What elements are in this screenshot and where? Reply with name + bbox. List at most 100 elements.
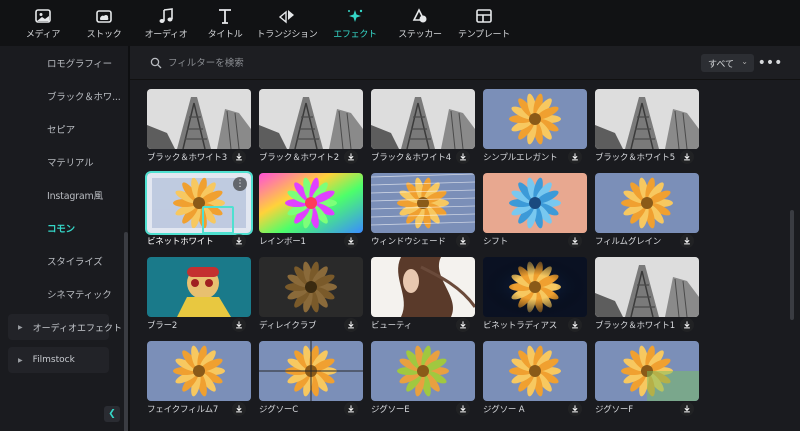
effect-thumbnail	[259, 89, 363, 149]
search-input[interactable]	[168, 55, 468, 71]
effect-card[interactable]: ブラック＆ホワイト2	[259, 89, 363, 169]
effect-card[interactable]: ジグソーF	[595, 341, 699, 421]
effect-card[interactable]: シフト	[483, 173, 587, 253]
effect-thumbnail	[595, 341, 699, 401]
stock-cloud-icon	[96, 10, 112, 23]
effect-thumbnail	[259, 341, 363, 401]
template-icon	[476, 9, 492, 23]
effects-panel: メディア ストック オーディオ タイトル トランジション エフェクト ステッカー	[0, 0, 800, 431]
effect-thumbnail	[595, 173, 699, 233]
effect-card-label: ビューティ	[371, 321, 412, 331]
effect-card[interactable]: ウィンドウシェード	[371, 173, 475, 253]
sidebar-group-filmstock[interactable]: ▶ Filmstock	[8, 347, 109, 373]
effect-thumbnail	[259, 173, 363, 233]
sidebar-item-stylize[interactable]: スタイライズ	[0, 248, 120, 274]
effect-card[interactable]: ビューティ	[371, 257, 475, 337]
chevron-down-icon: ⌄	[741, 57, 748, 66]
effect-card[interactable]: レインボー1	[259, 173, 363, 253]
tab-sticker-label: ステッカー	[398, 30, 442, 40]
transition-arrows-icon	[278, 10, 294, 24]
sidebar-group-audio-effect[interactable]: ▶ オーディオエフェクト	[8, 314, 122, 340]
effect-card-label: レインボー1	[259, 237, 306, 247]
effect-thumbnail	[147, 341, 251, 401]
effect-card-label: ジグソーE	[371, 405, 410, 415]
media-icon	[35, 9, 51, 23]
tab-sticker[interactable]: ステッカー	[390, 0, 450, 46]
tab-audio[interactable]: オーディオ	[136, 0, 196, 46]
grid-scrollbar[interactable]	[790, 210, 794, 320]
tab-transition-label: トランジション	[256, 30, 318, 40]
expand-triangle-icon: ▶	[18, 323, 23, 331]
effect-thumbnail	[371, 257, 475, 317]
effect-card[interactable]: ジグソー A	[483, 341, 587, 421]
sidebar-item-instagram[interactable]: Instagram風	[0, 182, 120, 208]
tab-effect-label: エフェクト	[333, 30, 377, 40]
effect-card-label: フェイクフィルム7	[147, 405, 219, 415]
effect-thumbnail	[259, 257, 363, 317]
effect-apply-indicator	[202, 206, 234, 234]
tab-audio-label: オーディオ	[144, 30, 188, 40]
more-options-button[interactable]: •••	[758, 54, 783, 72]
sidebar-item-cinematic[interactable]: シネマティック	[0, 281, 120, 307]
title-t-icon	[219, 9, 231, 24]
effect-thumbnail	[483, 341, 587, 401]
effect-card[interactable]: ビネットラディアス	[483, 257, 587, 337]
chevron-left-icon: ❮	[108, 409, 116, 419]
effect-thumbnail	[595, 257, 699, 317]
effect-card-label: ジグソーC	[259, 405, 298, 415]
effect-thumbnail	[147, 257, 251, 317]
tab-effect[interactable]: エフェクト	[320, 0, 390, 46]
sidebar-item-sepia[interactable]: セピア	[0, 116, 120, 142]
effect-card-label: ウィンドウシェード	[371, 237, 446, 247]
sticker-icon	[412, 8, 427, 23]
collapse-sidebar-button[interactable]: ❮	[104, 406, 120, 422]
effect-card[interactable]: シンプルエレガント	[483, 89, 587, 169]
effect-card[interactable]: ブラック＆ホワイト4	[371, 89, 475, 169]
effect-card[interactable]: ブラック＆ホワイト1	[595, 257, 699, 337]
sidebar-item-material[interactable]: マテリアル	[0, 149, 120, 175]
effect-card[interactable]: ⋮ ビネットホワイト	[147, 173, 251, 253]
effect-card-label: ビネットラディアス	[483, 321, 558, 331]
effect-card[interactable]: ディレイクラブ	[259, 257, 363, 337]
effect-card[interactable]: ブラック＆ホワイト3	[147, 89, 251, 169]
tab-stock[interactable]: ストック	[72, 0, 136, 46]
effect-sparkle-icon	[348, 9, 363, 22]
effect-card-label: ブラック＆ホワイト3	[147, 153, 227, 163]
effect-thumbnail	[483, 89, 587, 149]
effect-thumbnail	[371, 341, 475, 401]
more-vertical-icon[interactable]: ⋮	[233, 177, 247, 191]
tab-media[interactable]: メディア	[14, 0, 72, 46]
sidebar-item-common[interactable]: コモン	[0, 215, 120, 241]
tab-media-label: メディア	[25, 30, 61, 40]
effect-thumbnail	[595, 89, 699, 149]
filter-select[interactable]: すべて ⌄	[701, 54, 754, 72]
tab-title[interactable]: タイトル	[196, 0, 254, 46]
effect-thumbnail	[371, 89, 475, 149]
sidebar-group-label: オーディオエフェクト	[32, 323, 122, 334]
effect-thumbnail	[371, 173, 475, 233]
music-note-icon	[159, 8, 173, 23]
tab-title-label: タイトル	[207, 30, 243, 40]
effect-card[interactable]: フェイクフィルム7	[147, 341, 251, 421]
effect-card[interactable]: ジグソーC	[259, 341, 363, 421]
effect-card-label: ブラック＆ホワイト1	[595, 321, 675, 331]
effect-card[interactable]: ジグソーE	[371, 341, 475, 421]
effect-card-label: ジグソーF	[595, 405, 633, 415]
tab-stock-label: ストック	[86, 30, 122, 40]
effect-card-label: ブラック＆ホワイト5	[595, 153, 675, 163]
effect-card[interactable]: ブラック＆ホワイト5	[595, 89, 699, 169]
category-sidebar: ロモグラフィー ブラック＆ホワ... セピア マテリアル Instagram風 …	[0, 46, 128, 431]
effect-thumbnail	[147, 89, 251, 149]
sidebar-item-black-white[interactable]: ブラック＆ホワ...	[0, 83, 121, 109]
effect-card[interactable]: ブラー2	[147, 257, 251, 337]
effect-card-label: ジグソー A	[483, 405, 525, 415]
top-toolbar: メディア ストック オーディオ タイトル トランジション エフェクト ステッカー	[0, 0, 800, 46]
tab-transition[interactable]: トランジション	[254, 0, 320, 46]
effect-card-label: ビネットホワイト	[147, 237, 214, 247]
tab-template[interactable]: テンプレート	[450, 0, 518, 46]
effect-card-label: シフト	[483, 237, 508, 247]
tab-template-label: テンプレート	[458, 30, 510, 40]
sidebar-group-label: Filmstock	[32, 355, 75, 365]
effect-card[interactable]: フィルムグレイン	[595, 173, 699, 253]
sidebar-item-lomography[interactable]: ロモグラフィー	[0, 50, 120, 76]
